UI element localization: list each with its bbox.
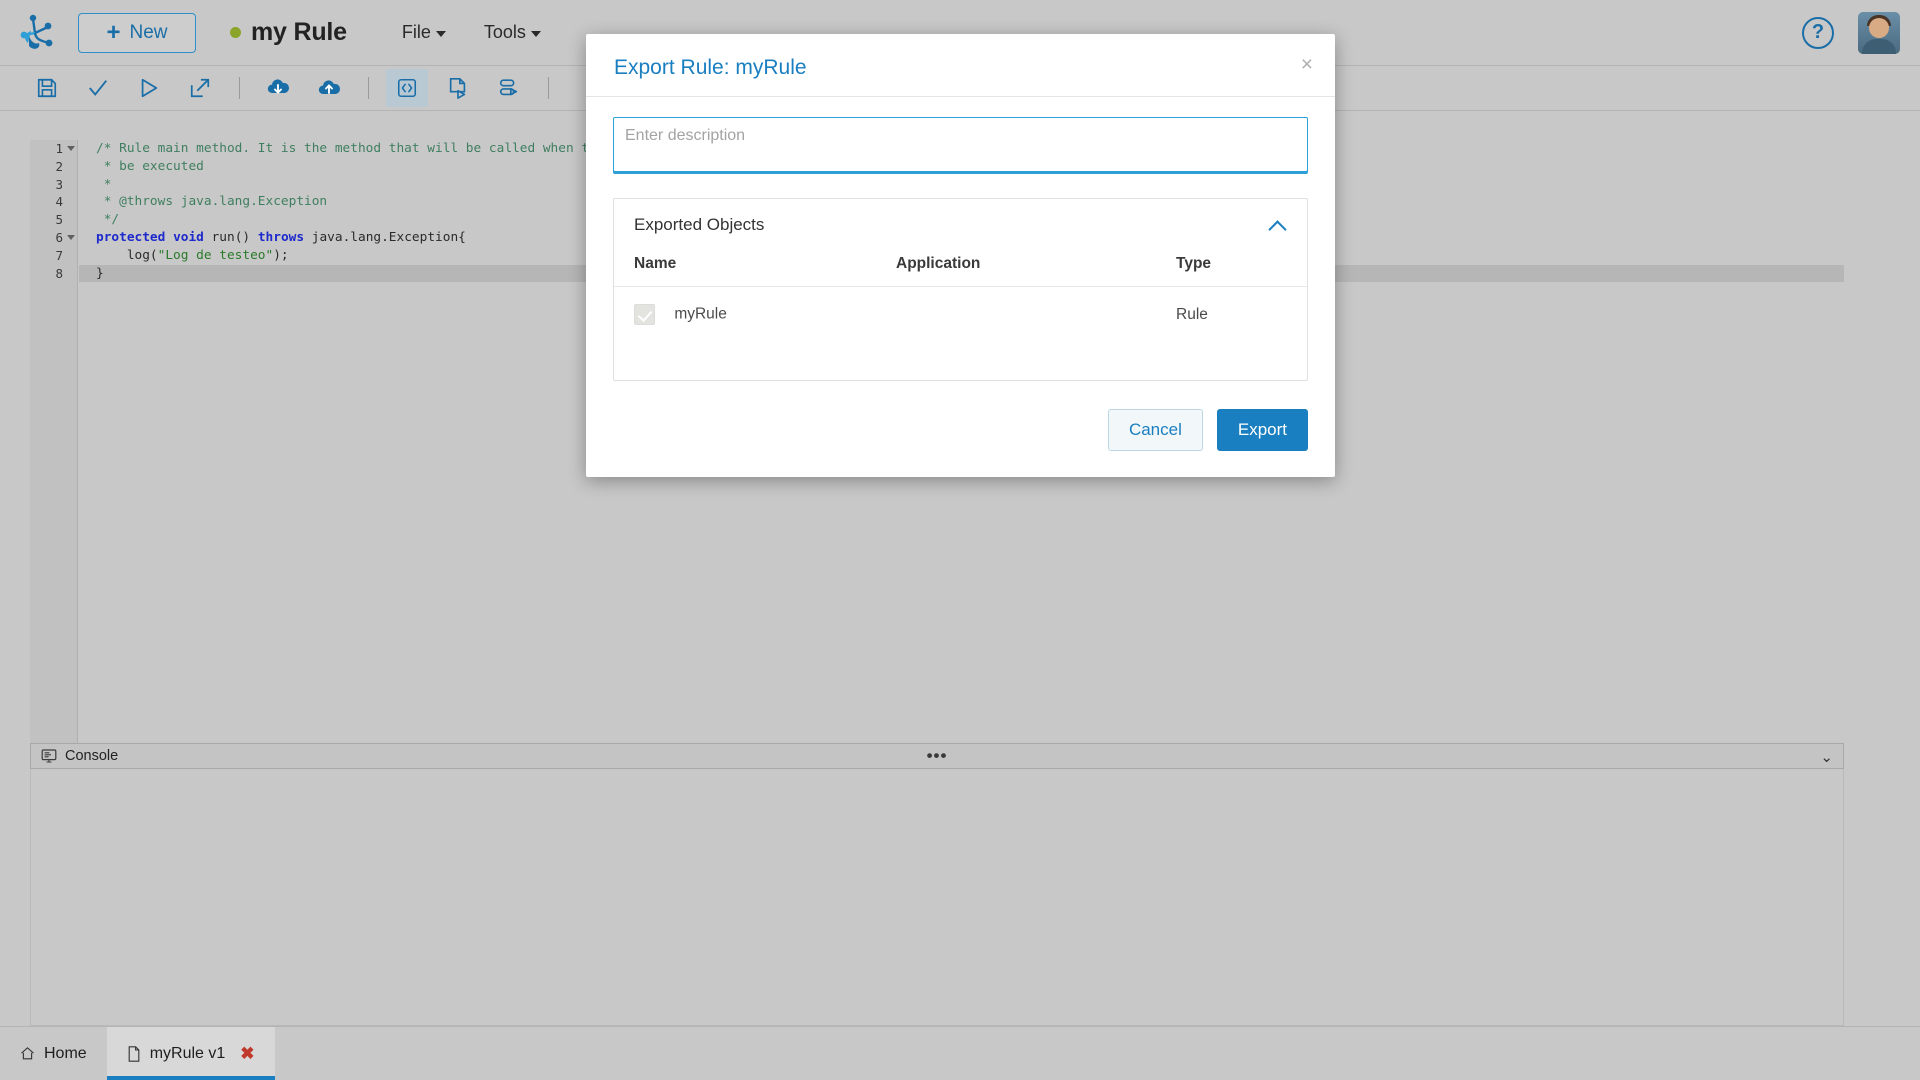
modal-backdrop: Export Rule: myRule × Exported Objects N… — [0, 0, 1920, 1080]
cell-name-label: myRule — [674, 306, 727, 323]
exported-objects-title: Exported Objects — [634, 215, 764, 235]
cell-name: myRule — [614, 287, 896, 343]
column-header-name: Name — [614, 249, 896, 287]
table-header-row: Name Application Type — [614, 249, 1307, 287]
column-header-type: Type — [1176, 249, 1307, 287]
exported-objects-table: Name Application Type myRule — [614, 249, 1307, 342]
exported-objects-toggle[interactable]: Exported Objects — [614, 199, 1307, 249]
panel-filler — [614, 342, 1307, 380]
cell-application — [896, 287, 1176, 343]
description-input[interactable] — [613, 117, 1308, 172]
exported-objects-panel: Exported Objects Name Application Type — [613, 198, 1308, 381]
row-checkbox[interactable] — [634, 304, 655, 325]
export-rule-dialog: Export Rule: myRule × Exported Objects N… — [586, 34, 1335, 477]
cell-type: Rule — [1176, 287, 1307, 343]
dialog-title: Export Rule: myRule — [614, 56, 1307, 80]
dialog-body: Exported Objects Name Application Type — [586, 97, 1335, 387]
chevron-up-icon[interactable] — [1269, 216, 1287, 234]
table-row: myRule Rule — [614, 287, 1307, 343]
app-root: + New my Rule File Tools ? — [0, 0, 1920, 1080]
cancel-button[interactable]: Cancel — [1108, 409, 1203, 451]
export-confirm-button[interactable]: Export — [1217, 409, 1308, 451]
dialog-header: Export Rule: myRule × — [586, 34, 1335, 97]
dialog-footer: Cancel Export — [586, 387, 1335, 477]
column-header-application: Application — [896, 249, 1176, 287]
close-icon[interactable]: × — [1301, 54, 1313, 75]
